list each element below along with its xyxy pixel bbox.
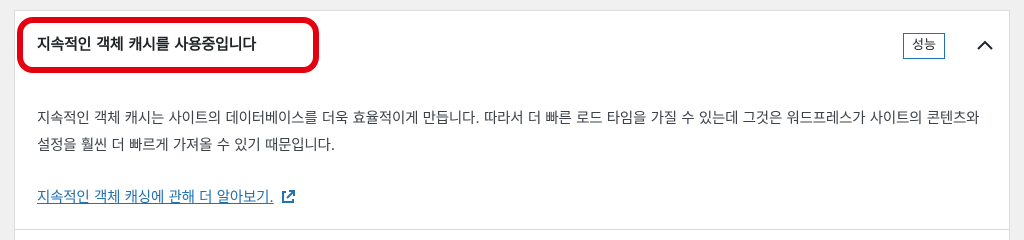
chevron-up-icon [977,40,993,50]
section-description: 지속적인 객체 캐시는 사이트의 데이터베이스를 더욱 효율적이게 만듭니다. … [37,111,980,154]
panel-divider [15,229,1009,230]
accordion-body: 지속적인 객체 캐시는 사이트의 데이터베이스를 더욱 효율적이게 만듭니다. … [37,106,987,206]
section-title: 지속적인 객체 캐시를 사용중입니다 [37,35,257,53]
health-check-panel: 지속적인 객체 캐시를 사용중입니다 성능 지속적인 객체 캐시는 사이트의 데… [14,10,1010,240]
category-badge: 성능 [903,33,945,59]
accordion-toggle-button[interactable] [971,31,999,59]
external-link-icon [280,189,296,205]
accordion-header[interactable]: 지속적인 객체 캐시를 사용중입니다 성능 [15,11,1009,81]
learn-more-label: 지속적인 객체 캐싱에 관해 더 알아보기. [37,190,274,206]
learn-more-link[interactable]: 지속적인 객체 캐싱에 관해 더 알아보기. [37,186,296,207]
